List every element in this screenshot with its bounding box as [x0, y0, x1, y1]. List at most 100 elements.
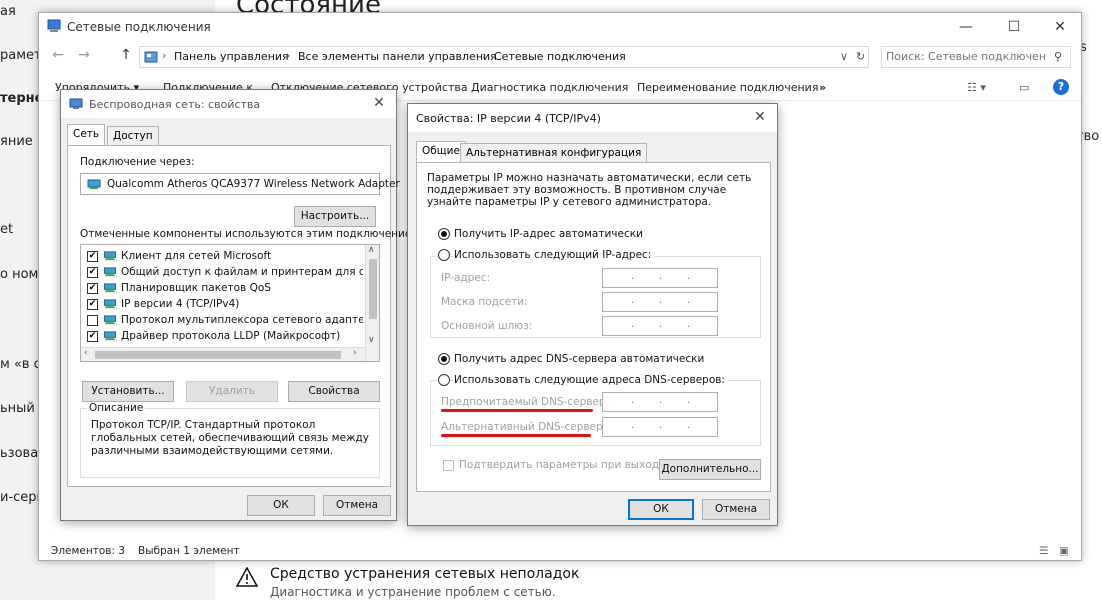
component-checkbox[interactable]: ✔	[87, 267, 98, 278]
configure-button[interactable]: Настроить...	[294, 206, 376, 227]
dialog-title-bar[interactable]: Свойства: IP версии 4 (TCP/IPv4) ✕	[408, 104, 777, 132]
component-icon	[104, 283, 116, 293]
back-icon[interactable]: ←	[49, 47, 67, 67]
component-icon	[104, 315, 116, 325]
network-adapter-icon	[69, 98, 83, 109]
vertical-scrollbar[interactable]: ∧ ∨	[365, 245, 379, 361]
maximize-button[interactable]: ☐	[991, 13, 1037, 41]
manual-dns-label[interactable]: Использовать следующие адреса DNS-сервер…	[454, 374, 728, 386]
diagnose-command[interactable]: Диагностика подключения	[471, 81, 628, 94]
sidebar-item[interactable]: рамет	[0, 48, 42, 63]
component-label: Клиент для сетей Microsoft	[121, 250, 272, 262]
status-bar: Элементов: 3 Выбран 1 элемент ☰ ▣	[39, 541, 1081, 561]
component-checkbox[interactable]: ✔	[87, 283, 98, 294]
description-label: Описание	[87, 402, 146, 414]
description-text: Протокол TCP/IP. Стандартный протокол гл…	[91, 419, 369, 457]
breadcrumb-separator: ›	[482, 49, 487, 62]
auto-dns-label[interactable]: Получить адрес DNS-сервера автоматически	[454, 353, 704, 365]
gateway-field[interactable]: ...	[602, 316, 718, 336]
auto-dns-radio[interactable]	[438, 353, 450, 365]
scroll-right-icon[interactable]: ›	[353, 348, 357, 358]
preferred-dns-field[interactable]: ...	[602, 392, 718, 412]
close-button[interactable]: ✕	[1037, 13, 1083, 41]
ip-address-field[interactable]: ...	[602, 268, 718, 288]
install-button[interactable]: Установить...	[82, 381, 174, 402]
refresh-icon[interactable]: ↻	[856, 50, 865, 63]
dialog-title: Беспроводная сеть: свойства	[89, 98, 261, 111]
subnet-mask-label: Маска подсети:	[441, 296, 528, 308]
sidebar-item[interactable]: et	[0, 222, 13, 237]
ok-button[interactable]: ОК	[628, 499, 694, 520]
auto-ip-label[interactable]: Получить IP-адрес автоматически	[454, 228, 643, 240]
sidebar-item[interactable]: ьзова	[0, 446, 38, 461]
large-icons-view-icon[interactable]: ▣	[1059, 545, 1069, 557]
properties-button[interactable]: Свойства	[288, 381, 380, 402]
components-list[interactable]: ✔ Клиент для сетей Microsoft ✔ Общий доступ…	[80, 244, 380, 362]
rename-command[interactable]: Переименование подключения	[637, 81, 818, 94]
ok-button[interactable]: ОК	[247, 495, 315, 516]
dialog-title-bar[interactable]: Беспроводная сеть: свойства ✕	[61, 90, 396, 118]
list-item[interactable]: ✔ Планировщик пакетов QoS	[81, 281, 365, 297]
horizontal-scrollbar[interactable]: ‹ ›	[81, 347, 365, 361]
advanced-button[interactable]: Дополнительно...	[659, 459, 761, 480]
list-item[interactable]: ✔ Клиент для сетей Microsoft	[81, 249, 365, 265]
preferred-dns-label: Предпочитаемый DNS-сервер:	[441, 396, 610, 408]
list-item[interactable]: ✔ Драйвер протокола LLDP (Майкрософт)	[81, 329, 365, 345]
scrollbar-thumb[interactable]	[369, 259, 377, 319]
list-item[interactable]: Протокол мультиплексора сетевого адаптер…	[81, 313, 365, 329]
forward-icon[interactable]: →	[75, 47, 93, 67]
title-bar[interactable]: Сетевые подключения — ☐ ✕	[39, 13, 1081, 41]
cancel-button[interactable]: Отмена	[702, 499, 770, 520]
component-icon	[104, 299, 116, 309]
validate-checkbox[interactable]	[443, 460, 454, 471]
details-view-icon[interactable]: ☰	[1039, 545, 1048, 557]
alternate-dns-field[interactable]: ...	[602, 417, 718, 437]
scroll-down-icon[interactable]: ∨	[368, 335, 375, 345]
minimize-button[interactable]: —	[943, 13, 989, 41]
component-checkbox[interactable]: ✔	[87, 299, 98, 310]
sidebar-item[interactable]: ьный	[0, 401, 35, 416]
component-label: IP версии 4 (TCP/IPv4)	[121, 298, 240, 310]
cancel-button[interactable]: Отмена	[323, 495, 391, 516]
tab-network[interactable]: Сеть	[67, 124, 106, 146]
help-icon[interactable]: ?	[1053, 79, 1069, 95]
breadcrumb-item[interactable]: Сетевые подключения	[494, 50, 626, 63]
list-item[interactable]: ✔ IP версии 4 (TCP/IPv4)	[81, 297, 365, 313]
scroll-left-icon[interactable]: ‹	[84, 348, 88, 358]
sidebar-item[interactable]: ая	[0, 4, 16, 19]
manual-dns-radio[interactable]	[438, 374, 450, 386]
manual-ip-label[interactable]: Использовать следующий IP-адрес:	[454, 249, 655, 261]
breadcrumb-item[interactable]: Все элементы панели управления	[298, 50, 497, 63]
sidebar-item[interactable]: яние	[0, 134, 33, 149]
validate-label[interactable]: Подтвердить параметры при выходе	[459, 459, 665, 471]
scroll-up-icon[interactable]: ∧	[368, 245, 375, 255]
breadcrumb-item[interactable]: Панель управления	[174, 50, 289, 63]
subnet-mask-field[interactable]: ...	[602, 292, 718, 312]
scrollbar-thumb[interactable]	[95, 351, 341, 359]
component-checkbox[interactable]	[87, 315, 98, 326]
component-checkbox[interactable]: ✔	[87, 251, 98, 262]
up-icon[interactable]: ↑	[117, 47, 135, 67]
close-icon[interactable]: ✕	[751, 108, 769, 126]
view-options-icon[interactable]: ☷ ▾	[967, 81, 986, 94]
troubleshooter-link[interactable]: Средство устранения сетевых неполадок	[270, 566, 579, 582]
window-title: Сетевые подключения	[67, 20, 211, 34]
tab-general[interactable]: Общие	[416, 141, 466, 163]
more-commands-button[interactable]: »	[819, 81, 826, 94]
address-bar[interactable]: › Панель управления › Все элементы панел…	[139, 46, 869, 68]
preview-pane-icon[interactable]: ▭	[1019, 81, 1029, 94]
search-input[interactable]	[886, 50, 1046, 63]
search-box[interactable]: ⚲	[881, 46, 1071, 68]
uninstall-button[interactable]: Удалить	[186, 381, 278, 402]
search-icon[interactable]: ⚲	[1054, 50, 1062, 63]
manual-ip-radio[interactable]	[438, 249, 450, 261]
tab-sharing[interactable]: Доступ	[107, 126, 159, 146]
close-icon[interactable]: ✕	[370, 94, 388, 112]
component-checkbox[interactable]: ✔	[87, 331, 98, 342]
ipv4-properties-dialog: Свойства: IP версии 4 (TCP/IPv4) ✕ Общие…	[407, 103, 778, 526]
list-item[interactable]: ✔ Общий доступ к файлам и принтерам для с…	[81, 265, 365, 281]
red-highlight	[441, 409, 593, 412]
tab-alternate-config[interactable]: Альтернативная конфигурация	[460, 143, 648, 163]
auto-ip-radio[interactable]	[438, 228, 450, 240]
address-dropdown-icon[interactable]: ∨	[840, 50, 848, 63]
